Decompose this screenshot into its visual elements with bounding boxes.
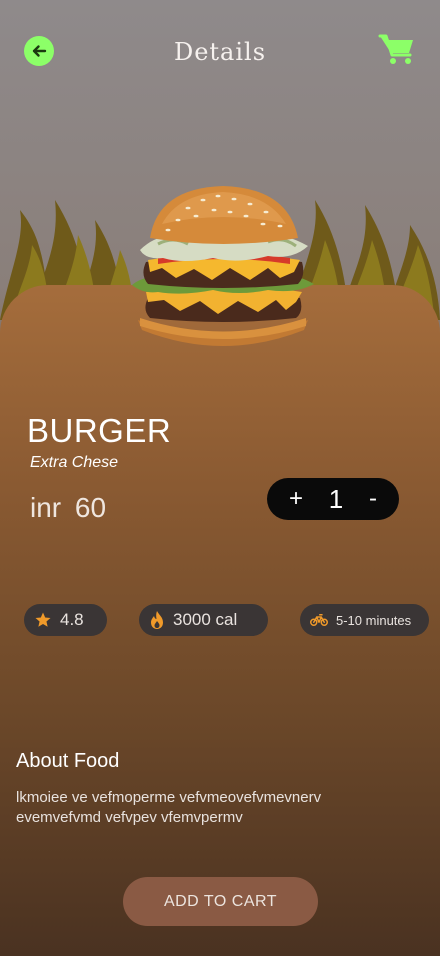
decrement-button[interactable]: - [369, 487, 377, 511]
product-price: inr 60 [30, 492, 106, 524]
delivery-badge: 5-10 minutes [300, 604, 429, 636]
product-subtitle: Extra Chese [30, 454, 119, 471]
bicycle-icon [310, 614, 328, 626]
quantity-value: 1 [328, 483, 344, 514]
calories-value: 3000 cal [173, 610, 238, 629]
flame-icon [151, 611, 163, 629]
delivery-value: 5-10 minutes [336, 612, 412, 628]
shopping-cart-icon [378, 34, 413, 64]
about-title: About Food [16, 750, 120, 772]
calories-badge: 3000 cal [139, 604, 268, 636]
page-title: Details [173, 38, 267, 66]
star-icon [35, 612, 51, 627]
cart-button[interactable] [378, 32, 416, 66]
about-text: lkmoiee ve vefmoperme vefvmeovefvmevnerv… [16, 789, 322, 826]
add-to-cart-button[interactable]: ADD TO CART [123, 877, 318, 926]
burger-image [132, 186, 314, 346]
quantity-stepper: + 1 - [267, 478, 399, 520]
header: Details [0, 0, 440, 100]
price-value: 60 [74, 492, 107, 523]
price-currency: inr [30, 492, 62, 523]
details-screen: Details BURGER Extra Chese inr 60 + 1 - … [0, 0, 440, 956]
rating-badge: 4.8 [24, 604, 107, 636]
product-name: BURGER [27, 412, 172, 449]
increment-button[interactable]: + [289, 487, 303, 511]
rating-value: 4.8 [60, 610, 84, 629]
